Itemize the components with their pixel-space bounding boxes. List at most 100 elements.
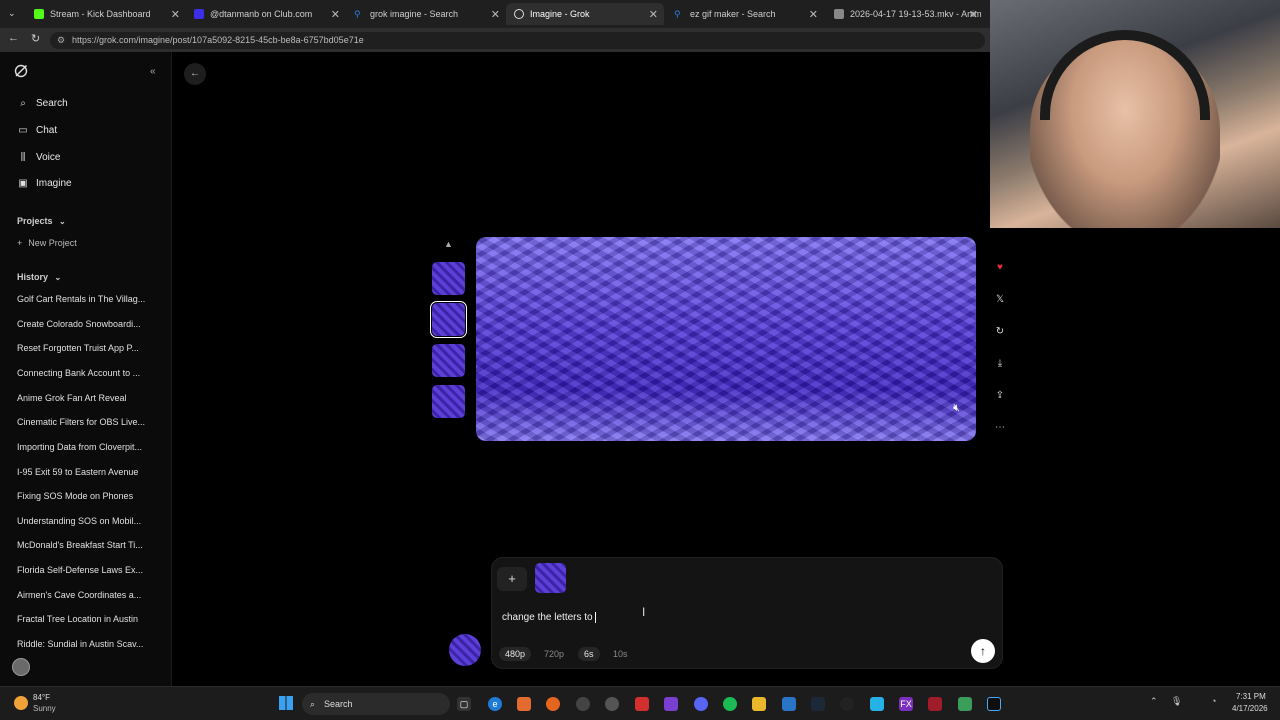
- search-icon: ⌕: [20, 98, 26, 109]
- tab-kick-dashboard[interactable]: Stream - Kick Dashboard ✕: [26, 3, 186, 25]
- history-item[interactable]: Create Colorado Snowboardi...: [17, 319, 153, 329]
- obs-icon[interactable]: [605, 697, 619, 711]
- file-explorer-icon[interactable]: [752, 697, 766, 711]
- add-attachment-button[interactable]: +: [497, 567, 527, 591]
- firefox-icon[interactable]: [546, 697, 560, 711]
- back-icon[interactable]: ←: [8, 32, 19, 44]
- tab-label: ez gif maker - Search: [690, 9, 776, 19]
- tab-menu-icon[interactable]: ⌄: [8, 8, 16, 19]
- close-icon[interactable]: ✕: [331, 8, 340, 21]
- close-icon[interactable]: ✕: [171, 8, 180, 21]
- history-item[interactable]: Reset Forgotten Truist App P...: [17, 343, 153, 353]
- more-icon[interactable]: ⋯: [991, 419, 1009, 437]
- tab-grok-search[interactable]: ⚲ grok imagine - Search ✕: [346, 3, 506, 25]
- x-share-icon[interactable]: 𝕏: [991, 291, 1009, 309]
- taskbar-search[interactable]: ⌕ Search: [302, 693, 450, 715]
- mute-icon[interactable]: 🔇︎: [953, 402, 960, 415]
- resolution-480p[interactable]: 480p: [499, 647, 532, 661]
- collapse-sidebar-icon[interactable]: «: [150, 66, 156, 77]
- sidebar-item-chat[interactable]: ▭ Chat: [16, 125, 57, 136]
- history-item[interactable]: Fixing SOS Mode on Phones: [17, 491, 153, 501]
- video-thumbnail[interactable]: [432, 344, 465, 377]
- projects-section-toggle[interactable]: Projects ⌄: [17, 216, 66, 226]
- close-icon[interactable]: ✕: [491, 8, 500, 21]
- history-section-toggle[interactable]: History ⌄: [17, 272, 61, 282]
- weather-icon[interactable]: [14, 696, 28, 710]
- avatar[interactable]: [12, 658, 30, 676]
- submit-button[interactable]: ↑: [971, 639, 995, 663]
- history-item[interactable]: Cinematic Filters for OBS Live...: [17, 417, 153, 427]
- history-item[interactable]: Anime Grok Fan Art Reveal: [17, 393, 153, 403]
- video-preview-avatar[interactable]: [449, 634, 481, 666]
- app-icon[interactable]: [635, 697, 649, 711]
- url-text: https://grok.com/imagine/post/107a5092-8…: [72, 35, 364, 45]
- grok-logo-icon[interactable]: [14, 64, 28, 78]
- back-button[interactable]: ←: [184, 63, 206, 85]
- microphone-icon[interactable]: 🎙︎: [1171, 696, 1182, 707]
- sidebar-item-search[interactable]: ⌕ Search: [16, 98, 68, 109]
- app-icon[interactable]: [782, 697, 796, 711]
- close-icon[interactable]: ✕: [809, 8, 818, 21]
- app-icon[interactable]: [870, 697, 884, 711]
- video-thumbnail[interactable]: [432, 385, 465, 418]
- history-item[interactable]: I-95 Exit 59 to Eastern Avenue: [17, 467, 153, 477]
- chevron-up-icon[interactable]: ▲: [444, 239, 453, 249]
- site-info-icon[interactable]: ⚙: [57, 32, 65, 49]
- edge-icon[interactable]: e: [488, 697, 502, 711]
- tab-club[interactable]: @dtanmanb on Club.com ✕: [186, 3, 346, 25]
- discord-icon[interactable]: [694, 697, 708, 711]
- tab-ezgif-search[interactable]: ⚲ ez gif maker - Search ✕: [666, 3, 824, 25]
- tab-label: grok imagine - Search: [370, 9, 459, 19]
- app-icon[interactable]: [987, 697, 1001, 711]
- history-item[interactable]: Fractal Tree Location in Austin: [17, 614, 153, 624]
- new-project-label: New Project: [28, 238, 77, 248]
- duration-10s[interactable]: 10s: [607, 647, 634, 661]
- history-item[interactable]: McDonald's Breakfast Start Ti...: [17, 540, 153, 550]
- sidebar-item-voice[interactable]: ⫼ Voice: [16, 152, 61, 163]
- app-icon[interactable]: [840, 697, 854, 711]
- task-view-icon[interactable]: ▢: [457, 697, 471, 711]
- sidebar-item-imagine[interactable]: ▣ Imagine: [16, 178, 71, 189]
- history-item[interactable]: Florida Self-Defense Laws Ex...: [17, 565, 153, 575]
- close-icon[interactable]: ✕: [969, 8, 978, 21]
- history-item[interactable]: Riddle: Sundial in Austin Scav...: [17, 639, 153, 649]
- attached-image-thumbnail[interactable]: [535, 563, 566, 593]
- sidebar: « ⌕ Search ▭ Chat ⫼ Voice ▣ Imagine Proj…: [0, 52, 172, 686]
- windows-start-icon[interactable]: [279, 696, 293, 710]
- close-icon[interactable]: ✕: [649, 8, 658, 21]
- app-icon[interactable]: [958, 697, 972, 711]
- chevron-down-icon: ⌄: [59, 217, 66, 226]
- plus-icon: +: [508, 571, 516, 586]
- resolution-720p[interactable]: 720p: [538, 647, 570, 661]
- taskbar-search-label: Search: [324, 699, 353, 709]
- history-item[interactable]: Golf Cart Rentals in The Villag...: [17, 294, 153, 304]
- share-icon[interactable]: ⇪: [991, 387, 1009, 405]
- video-thumbnail[interactable]: [432, 262, 465, 295]
- regenerate-icon[interactable]: ↻: [991, 323, 1009, 341]
- history-item[interactable]: Connecting Bank Account to ...: [17, 368, 153, 378]
- history-item[interactable]: Understanding SOS on Mobil...: [17, 516, 153, 526]
- generated-video[interactable]: 🔇︎: [476, 237, 976, 441]
- tray-chevron-icon[interactable]: ⌃: [1150, 696, 1158, 707]
- reload-icon[interactable]: ↻: [31, 32, 40, 45]
- steam-icon[interactable]: [811, 697, 825, 711]
- video-thumbnail-selected[interactable]: [430, 301, 467, 338]
- prompt-input[interactable]: change the letters to: [502, 612, 982, 628]
- fx-icon[interactable]: FX: [899, 697, 913, 711]
- download-icon[interactable]: ⤓: [991, 355, 1009, 373]
- app-icon[interactable]: [928, 697, 942, 711]
- url-input[interactable]: ⚙ https://grok.com/imagine/post/107a5092…: [50, 32, 985, 49]
- history-item[interactable]: Importing Data from Cloverpit...: [17, 442, 153, 452]
- app-icon[interactable]: [576, 697, 590, 711]
- heart-icon[interactable]: ♥: [991, 259, 1009, 277]
- chevron-down-icon: ⌄: [54, 273, 62, 282]
- app-icon[interactable]: [517, 697, 531, 711]
- wifi-icon[interactable]: ◔: [1211, 696, 1216, 706]
- history-item[interactable]: Airmen's Cave Coordinates a...: [17, 590, 153, 600]
- tab-imagine-grok[interactable]: Imagine - Grok ✕: [506, 3, 664, 25]
- duration-6s[interactable]: 6s: [578, 647, 600, 661]
- app-icon[interactable]: [664, 697, 678, 711]
- new-project-button[interactable]: + New Project: [17, 238, 153, 248]
- spotify-icon[interactable]: [723, 697, 737, 711]
- tab-mkv[interactable]: 2026-04-17 19-13-53.mkv - Anim ✕: [826, 3, 984, 25]
